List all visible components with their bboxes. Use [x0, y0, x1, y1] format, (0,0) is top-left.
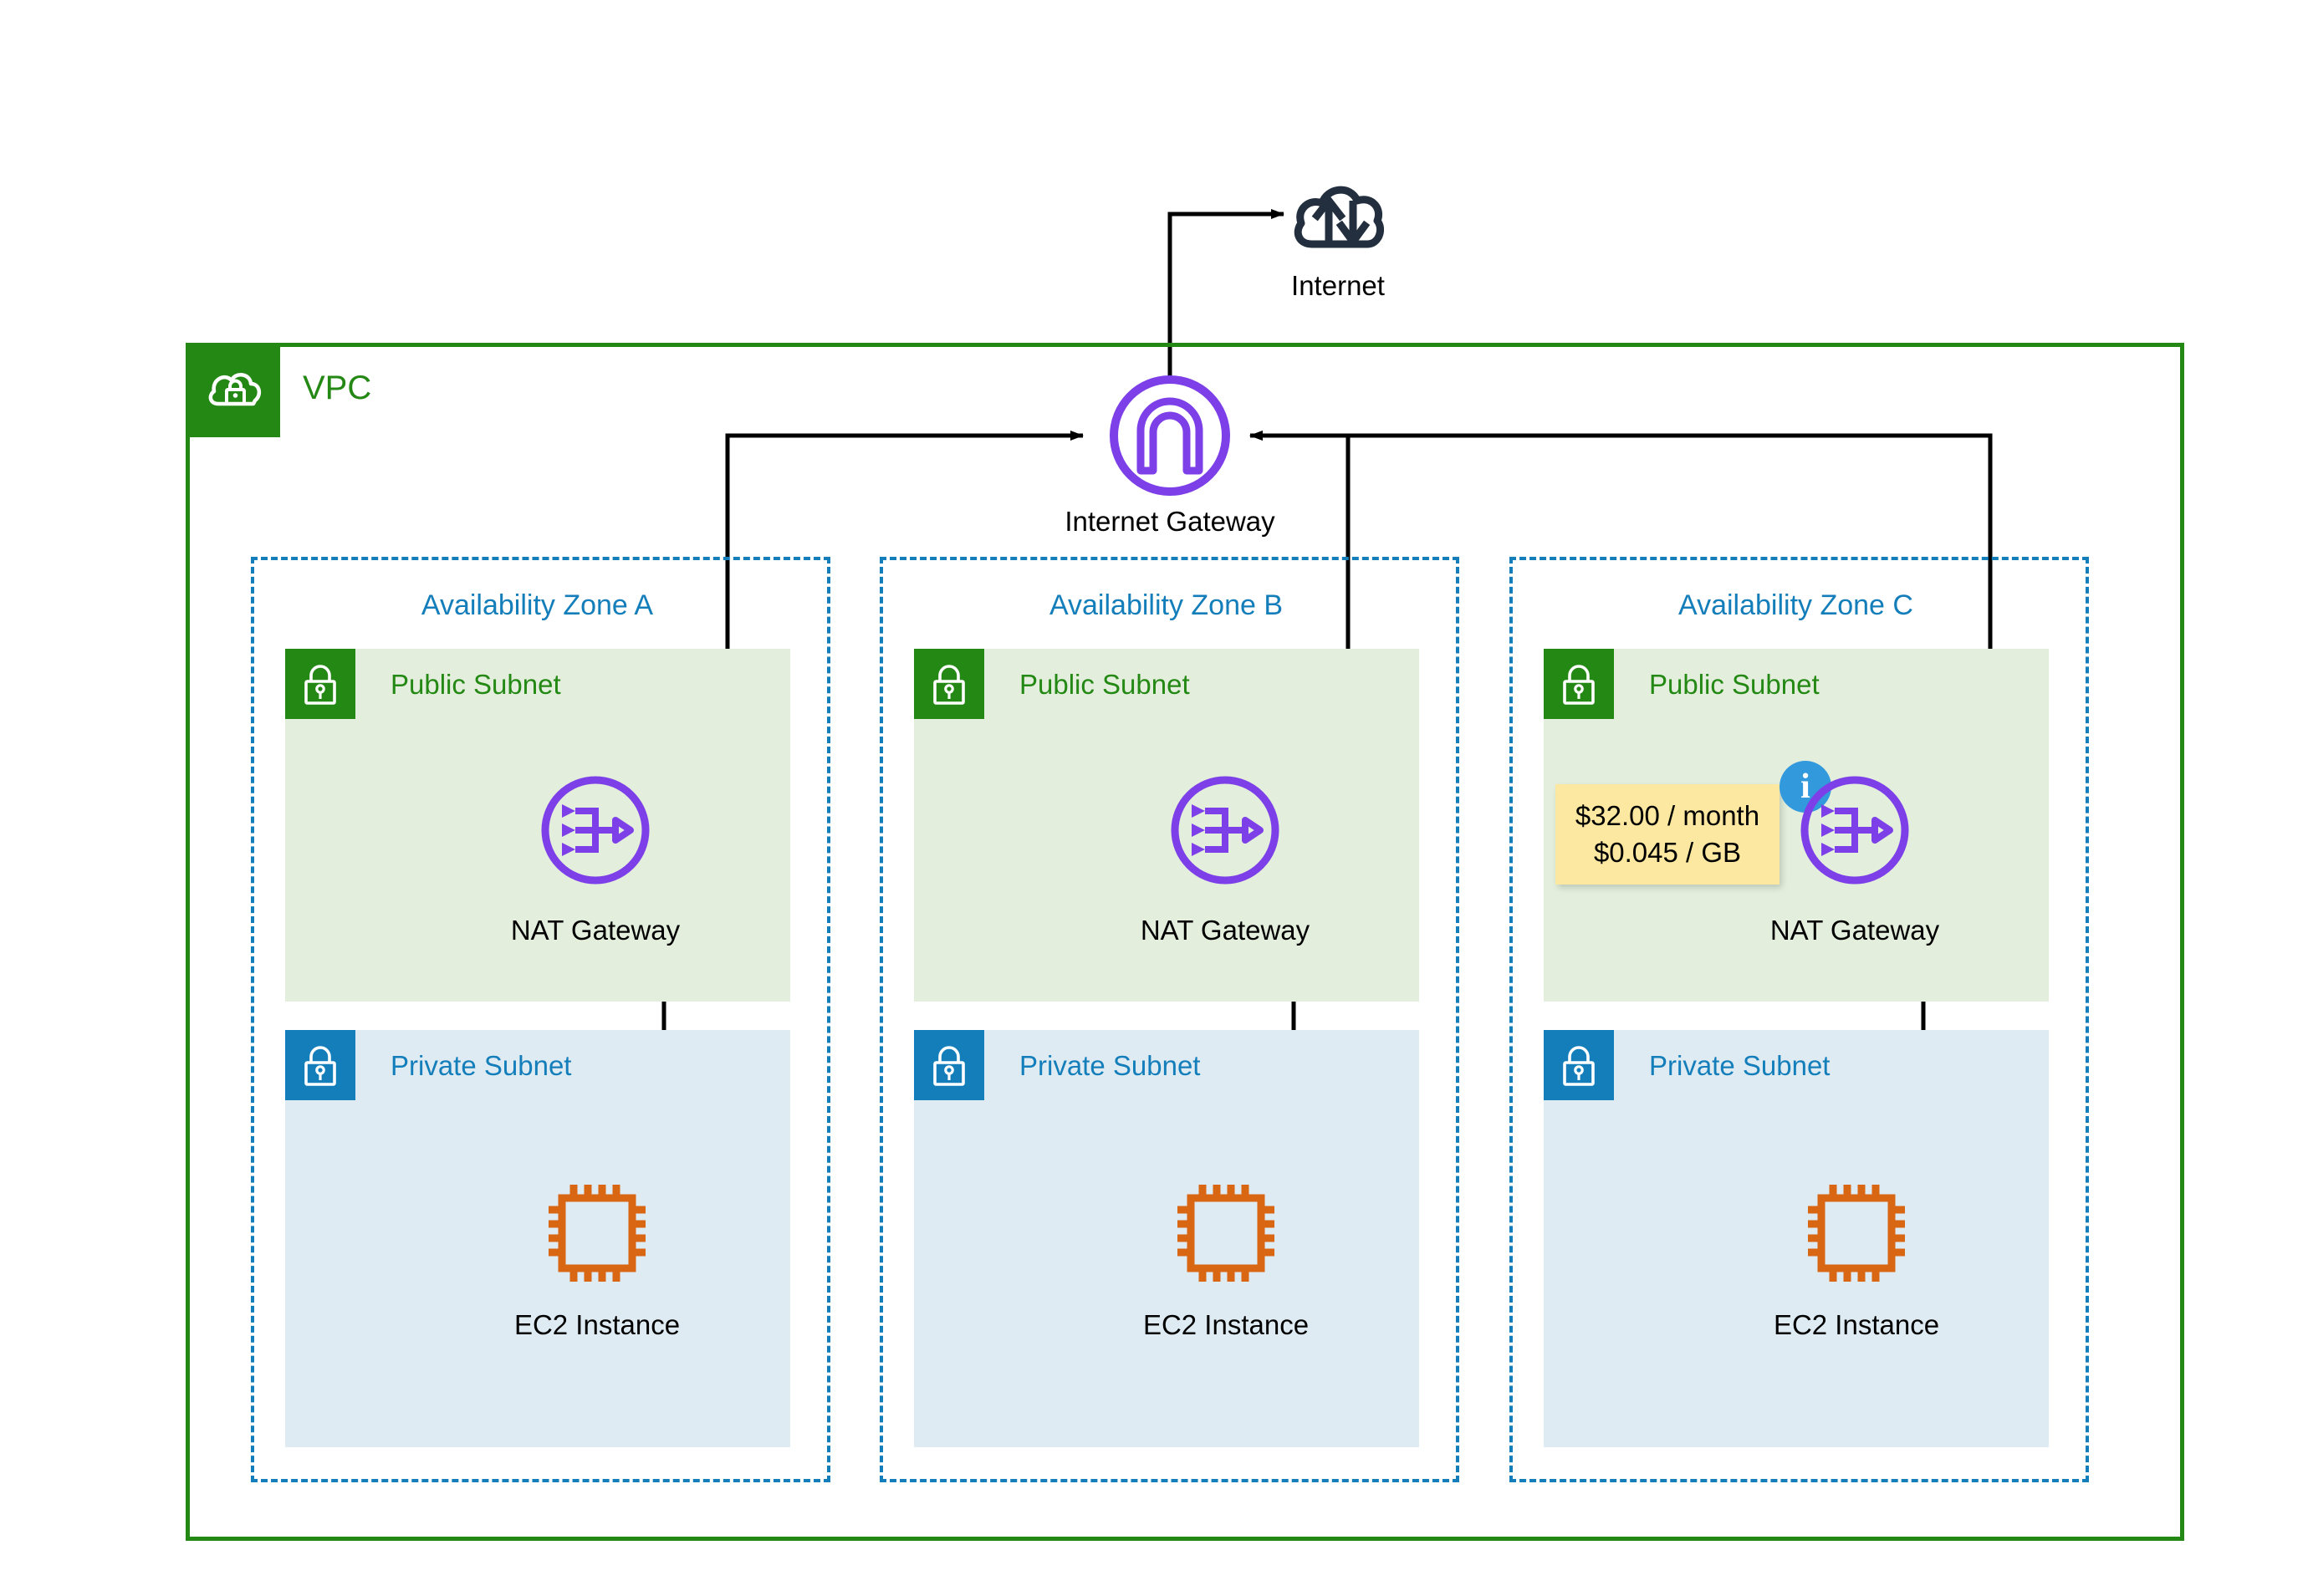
- nat-gateway-b-label: NAT Gateway: [1140, 915, 1310, 946]
- internet-gateway-label: Internet Gateway: [1065, 506, 1275, 537]
- private-subnet-c-padlock-icon: [1544, 1030, 1614, 1100]
- cost-tooltip-line-1: $32.00 / month: [1575, 800, 1760, 832]
- public-subnet-a-label: Public Subnet: [391, 669, 561, 700]
- private-subnet-a-padlock-icon: [285, 1030, 355, 1100]
- public-subnet-b-padlock-icon: [914, 649, 984, 719]
- cost-tooltip-line-2: $0.045 / GB: [1593, 837, 1742, 868]
- vpc-label: VPC: [303, 370, 372, 406]
- public-subnet-b-label: Public Subnet: [1019, 669, 1190, 700]
- ec2-instance-c-label: EC2 Instance: [1773, 1309, 1940, 1340]
- private-subnet-b-label: Private Subnet: [1019, 1050, 1201, 1081]
- private-subnet-a-label: Private Subnet: [391, 1050, 572, 1081]
- internet-label: Internet: [1291, 270, 1385, 301]
- public-subnet-c-label: Public Subnet: [1649, 669, 1820, 700]
- ec2-instance-b-label: EC2 Instance: [1142, 1309, 1310, 1340]
- private-subnet-a: [285, 1030, 790, 1447]
- ec2-instance-a-icon[interactable]: [539, 1175, 656, 1292]
- diagram-canvas: Internet VPC Internet Gateway Availabili…: [0, 0, 2308, 1596]
- private-subnet-b: [914, 1030, 1419, 1447]
- az-label-b: Availability Zone B: [1049, 589, 1284, 621]
- internet-cloud-icon: [1292, 171, 1384, 258]
- nat-gateway-c-icon[interactable]: [1795, 770, 1915, 890]
- nat-gateway-c-label: NAT Gateway: [1769, 915, 1940, 946]
- public-subnet-a-padlock-icon: [285, 649, 355, 719]
- private-subnet-c-label: Private Subnet: [1649, 1050, 1831, 1081]
- ec2-instance-a-label: EC2 Instance: [513, 1309, 681, 1340]
- private-subnet-b-padlock-icon: [914, 1030, 984, 1100]
- vpc-cloud-lock-icon: [190, 347, 280, 437]
- ec2-instance-b-icon[interactable]: [1167, 1175, 1284, 1292]
- nat-gateway-a-icon[interactable]: [535, 770, 656, 890]
- public-subnet-c-padlock-icon: [1544, 649, 1614, 719]
- private-subnet-c: [1544, 1030, 2049, 1447]
- nat-gateway-a-label: NAT Gateway: [510, 915, 681, 946]
- nat-gateway-b-icon[interactable]: [1165, 770, 1285, 890]
- az-label-a: Availability Zone A: [421, 589, 654, 621]
- internet-gateway-icon[interactable]: [1103, 369, 1237, 502]
- az-label-c: Availability Zone C: [1678, 589, 1913, 621]
- cost-tooltip: $32.00 / month $0.045 / GB: [1555, 784, 1780, 885]
- ec2-instance-c-icon[interactable]: [1798, 1175, 1915, 1292]
